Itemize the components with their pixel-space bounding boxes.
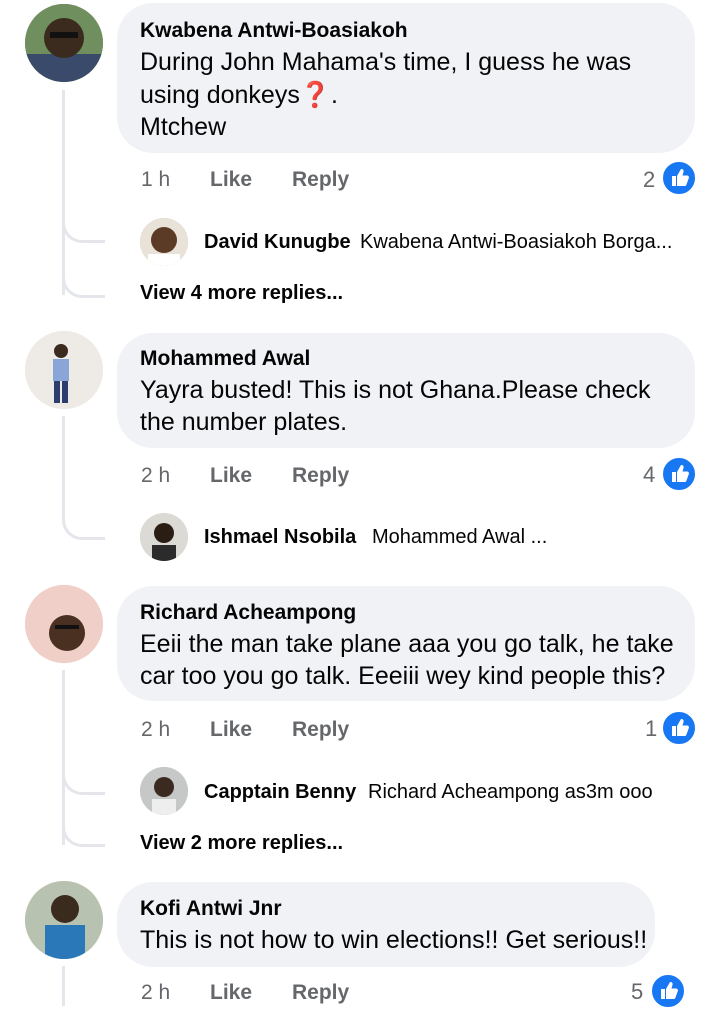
like-button[interactable]: Like bbox=[210, 168, 252, 192]
reply-button[interactable]: Reply bbox=[292, 718, 349, 742]
comment-timestamp[interactable]: 2 h bbox=[141, 981, 170, 1005]
thumbs-up-icon[interactable] bbox=[661, 160, 697, 196]
reply-connector bbox=[62, 200, 105, 243]
like-button[interactable]: Like bbox=[210, 464, 252, 488]
comment-text: Yayra busted! This is not Ghana.Please c… bbox=[140, 376, 651, 404]
comment-author[interactable]: Kwabena Antwi-Boasiakoh bbox=[140, 19, 408, 43]
reply-button[interactable]: Reply bbox=[292, 464, 349, 488]
avatar[interactable] bbox=[140, 218, 188, 266]
reply-author[interactable]: Ishmael Nsobila bbox=[204, 526, 356, 549]
reply-connector bbox=[62, 255, 105, 298]
view-more-replies-link[interactable]: View 2 more replies... bbox=[140, 832, 343, 855]
comment-author[interactable]: Richard Acheampong bbox=[140, 601, 356, 625]
avatar[interactable] bbox=[25, 331, 103, 409]
thumbs-up-icon[interactable] bbox=[650, 973, 686, 1009]
reaction-count[interactable]: 4 bbox=[643, 462, 655, 488]
comment-text: using donkeys❓. bbox=[140, 81, 338, 109]
reaction-count[interactable]: 1 bbox=[645, 716, 657, 742]
avatar[interactable] bbox=[140, 513, 188, 561]
reply-text[interactable]: Richard Acheampong as3m ooo bbox=[368, 781, 653, 804]
comment-text: This is not how to win elections!! Get s… bbox=[140, 926, 648, 954]
thumbs-up-icon[interactable] bbox=[661, 456, 697, 492]
reply-author[interactable]: David Kunugbe bbox=[204, 231, 351, 254]
reply-author[interactable]: Capptain Benny bbox=[204, 781, 356, 804]
reaction-count[interactable]: 2 bbox=[643, 167, 655, 193]
comment-author[interactable]: Kofi Antwi Jnr bbox=[140, 897, 282, 921]
avatar[interactable] bbox=[25, 881, 103, 959]
reply-text[interactable]: Mohammed Awal ... bbox=[372, 526, 547, 549]
comment-text: Mtchew bbox=[140, 113, 227, 141]
reply-button[interactable]: Reply bbox=[292, 981, 349, 1005]
comment-text: Eeii the man take plane aaa you go talk,… bbox=[140, 630, 674, 658]
avatar[interactable] bbox=[25, 585, 103, 663]
comment-text: the number plates. bbox=[140, 408, 348, 436]
reply-connector bbox=[62, 752, 105, 795]
reply-connector bbox=[62, 804, 105, 847]
like-button[interactable]: Like bbox=[210, 718, 252, 742]
reply-text[interactable]: Kwabena Antwi-Boasiakoh Borga... bbox=[360, 231, 672, 254]
comment-timestamp[interactable]: 2 h bbox=[141, 464, 170, 488]
avatar[interactable] bbox=[140, 767, 188, 815]
like-button[interactable]: Like bbox=[210, 981, 252, 1005]
reaction-count[interactable]: 5 bbox=[631, 979, 643, 1005]
comment-text: During John Mahama's time, I guess he wa… bbox=[140, 48, 632, 76]
comment-author[interactable]: Mohammed Awal bbox=[140, 347, 310, 371]
comment-timestamp[interactable]: 1 h bbox=[141, 168, 170, 192]
reply-button[interactable]: Reply bbox=[292, 168, 349, 192]
reply-connector bbox=[62, 497, 105, 540]
view-more-replies-link[interactable]: View 4 more replies... bbox=[140, 282, 343, 305]
comment-timestamp[interactable]: 2 h bbox=[141, 718, 170, 742]
thread-line bbox=[62, 966, 65, 1006]
thumbs-up-icon[interactable] bbox=[661, 710, 697, 746]
comment-text: car too you go talk. Eeeiii wey kind peo… bbox=[140, 662, 666, 690]
avatar[interactable] bbox=[25, 4, 103, 82]
